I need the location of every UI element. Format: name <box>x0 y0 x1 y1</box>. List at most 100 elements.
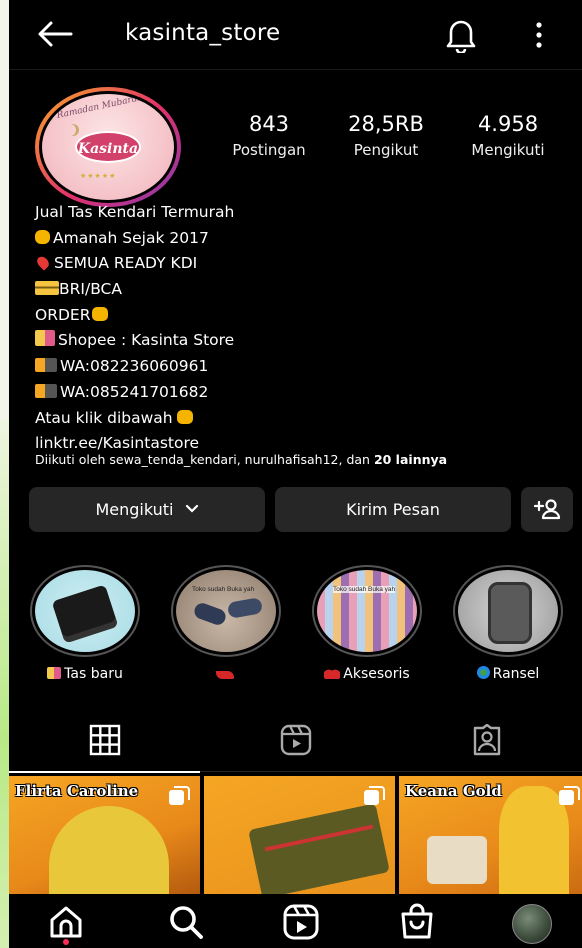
post-title: Flirta Caroline <box>15 782 139 800</box>
stat-posts[interactable]: 843 Postingan <box>219 112 319 159</box>
bio-text: WA:082236060961 <box>60 357 209 376</box>
tagged-person-icon <box>473 724 501 756</box>
back-arrow-icon[interactable] <box>35 18 75 50</box>
more-options-icon[interactable] <box>529 18 549 52</box>
carousel-icon <box>169 786 190 805</box>
carousel-icon <box>559 786 580 805</box>
followers-label: Pengikut <box>353 141 419 159</box>
grid-post[interactable]: Keana Gold <box>399 776 582 894</box>
carousel-icon <box>364 786 385 805</box>
highlight-heels[interactable]: Toko sudah Buka yah <box>171 565 281 695</box>
followed-by-text[interactable]: Diikuti oleh sewa_tenda_kendari, nurulha… <box>35 452 447 467</box>
profile-username: kasinta_store <box>125 20 281 46</box>
followed-by-names: Diikuti oleh sewa_tenda_kendari, nurulha… <box>35 452 374 467</box>
bottom-navigation <box>9 894 582 948</box>
shopping-bag-icon <box>35 330 55 347</box>
bio-text: ORDER <box>35 305 91 324</box>
posts-label: Postingan <box>232 141 306 159</box>
highlight-label-text: Tas baru <box>64 666 123 682</box>
profile-avatar-nav[interactable] <box>512 904 552 944</box>
followers-count: 28,5RB <box>348 112 424 136</box>
stat-following[interactable]: 4.958 Mengikuti <box>458 112 558 159</box>
bio-line: ORDER <box>35 303 575 329</box>
following-button-label: Mengikuti <box>95 500 174 519</box>
backpack-shape <box>488 582 532 644</box>
suggest-people-button[interactable] <box>521 487 573 532</box>
stat-followers[interactable]: 28,5RB Pengikut <box>336 112 436 159</box>
cherries-icon <box>324 667 341 679</box>
highlight-image <box>35 570 135 652</box>
bio-line: Jual Tas Kendari Termurah <box>35 200 575 226</box>
grid-post[interactable] <box>204 776 395 894</box>
following-label: Mengikuti <box>471 141 545 159</box>
credit-card-icon <box>35 281 59 296</box>
grid-post[interactable]: Flirta Caroline <box>9 776 200 894</box>
send-message-label: Kirim Pesan <box>346 500 440 519</box>
post-figure <box>49 806 169 894</box>
crescent-moon-icon <box>64 124 76 136</box>
notification-bell-icon[interactable] <box>443 15 479 53</box>
tab-posts-grid[interactable] <box>9 710 200 773</box>
grid-icon <box>89 724 121 756</box>
profile-avatar[interactable]: Ramadan Mubarak Kasinta ★★★★★ <box>35 87 181 207</box>
bio-line: WA:085241701682 <box>35 380 575 406</box>
phone-arrow-icon <box>35 358 57 373</box>
bio-line: Shopee : Kasinta Store <box>35 328 575 354</box>
top-bar: kasinta_store <box>9 0 582 70</box>
bio-line: Amanah Sejak 2017 <box>35 226 575 252</box>
bag-shape <box>51 584 119 644</box>
search-icon[interactable] <box>166 902 206 942</box>
bio-text: Jual Tas Kendari Termurah <box>35 203 235 221</box>
bio-line: BRI/BCA <box>35 277 575 303</box>
highlight-ransel[interactable]: Ransel <box>453 565 563 695</box>
linktree-link[interactable]: linktr.ee/Kasintastore <box>35 434 199 452</box>
high-heel-icon <box>215 671 234 679</box>
bio-line: WA:082236060961 <box>35 354 575 380</box>
following-button[interactable]: Mengikuti <box>29 487 265 532</box>
profile-tabs <box>9 710 582 773</box>
bio-line: SEMUA READY KDI <box>34 251 575 277</box>
globe-icon <box>476 666 490 679</box>
pointing-down-icon <box>92 306 109 321</box>
store-logo-image: Ramadan Mubarak Kasinta ★★★★★ <box>42 94 174 200</box>
highlight-image: Toko sudah Buka yah <box>176 570 276 652</box>
highlight-tas-baru[interactable]: Tas baru <box>30 565 140 695</box>
chevron-down-icon <box>185 504 198 513</box>
home-icon[interactable] <box>46 902 86 942</box>
reels-icon <box>280 724 312 756</box>
phone-arrow-icon <box>35 383 57 398</box>
followed-by-count: 20 lainnya <box>373 452 448 467</box>
pointing-down-icon <box>176 409 193 424</box>
highlight-label-text: Aksesoris <box>343 666 410 682</box>
following-count: 4.958 <box>477 112 539 136</box>
stars-decoration: ★★★★★ <box>80 173 117 180</box>
add-person-icon <box>533 499 561 520</box>
profile-bio: Jual Tas Kendari Termurah Amanah Sejak 2… <box>34 200 575 457</box>
highlight-image-caption: Toko sudah Buka yah <box>192 586 255 593</box>
instagram-profile-screen: kasinta_store Ramadan Mubarak Kasinta ★★… <box>9 0 582 948</box>
shopping-bag-icon <box>47 667 62 679</box>
tab-tagged[interactable] <box>391 710 582 772</box>
highlight-label: Aksesoris <box>302 666 432 682</box>
highlight-image-caption: Toko sudah Buka yah <box>333 586 396 593</box>
pin-icon <box>34 254 52 272</box>
highlight-image <box>458 570 558 652</box>
shop-icon[interactable] <box>397 902 437 942</box>
bio-text: BRI/BCA <box>59 280 122 299</box>
highlight-label <box>161 666 291 682</box>
bio-text: Shopee : Kasinta Store <box>58 331 235 350</box>
tab-reels[interactable] <box>200 710 391 772</box>
bio-text: WA:085241701682 <box>60 382 209 401</box>
post-title: Keana Gold <box>405 782 502 800</box>
victory-hand-icon <box>35 229 50 244</box>
highlight-image: Toko sudah Buka yah <box>317 570 417 652</box>
bio-text: Amanah Sejak 2017 <box>53 228 209 247</box>
highlight-aksesoris[interactable]: Toko sudah Buka yah Aksesoris <box>312 565 422 695</box>
logo-script-text: Ramadan Mubarak <box>55 94 144 121</box>
posts-count: 843 <box>248 112 290 136</box>
logo-text: Kasinta <box>75 131 141 163</box>
reels-nav-icon[interactable] <box>281 902 321 942</box>
notification-dot <box>63 939 69 945</box>
highlight-label-text: Ransel <box>492 666 540 682</box>
send-message-button[interactable]: Kirim Pesan <box>275 487 511 532</box>
